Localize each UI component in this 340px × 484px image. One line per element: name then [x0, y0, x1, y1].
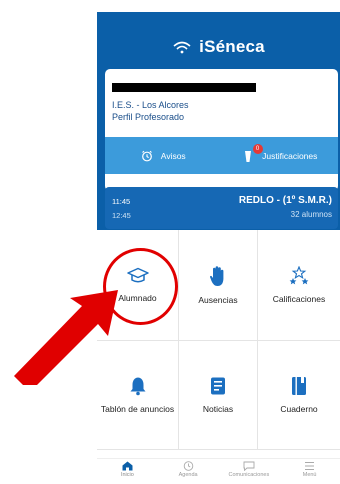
class-subject: REDLO - (1º S.M.R.) [238, 195, 332, 206]
class-end-time: 12:45 [112, 211, 131, 220]
nav-communications[interactable]: Comunicaciones [219, 459, 280, 484]
notebook-icon [292, 376, 306, 395]
grid-board-label: Tablón de anuncios [100, 403, 175, 414]
grid-absences-label: Ausencias [198, 294, 238, 305]
user-role: Perfil Profesorado [112, 112, 185, 122]
grid-notebook-label: Cuaderno [280, 403, 318, 414]
nav-home[interactable]: Inicio [97, 459, 158, 484]
grid-grades-label: Calificaciones [272, 293, 326, 304]
signal-icon [173, 41, 191, 54]
notices-label: Avisos [160, 150, 186, 161]
class-students-count: 32 alumnos [290, 210, 332, 219]
grid-news[interactable]: Noticias [179, 341, 258, 450]
grid-grades[interactable]: Calificaciones [258, 230, 340, 341]
profile-card[interactable]: Cristina Izquierdo Hidalgo I.E.S. - Los … [105, 69, 338, 191]
class-start-time: 11:45 [112, 197, 131, 206]
nav-communications-label: Comunicaciones [228, 472, 270, 478]
bell-icon [130, 377, 145, 395]
justifications-button[interactable]: 0 Justificaciones [222, 137, 339, 174]
hand-icon [210, 265, 224, 286]
school-name: I.E.S. - Los Alcores [112, 100, 189, 110]
clock-icon [141, 150, 152, 161]
profile-actions: Avisos 0 Justificaciones [105, 137, 338, 174]
nav-menu[interactable]: Menú [279, 459, 340, 484]
grid-news-label: Noticias [202, 403, 234, 414]
bottom-nav: Inicio Agenda Comunicaciones Menú [97, 458, 340, 484]
menu-icon [305, 462, 315, 470]
red-arrow-icon [14, 290, 118, 385]
user-name: Cristina Izquierdo Hidalgo [112, 83, 256, 92]
justifications-badge: 0 [252, 144, 263, 154]
nav-home-label: Inicio [120, 472, 134, 478]
notices-button[interactable]: Avisos [105, 137, 222, 174]
app-title: iSéneca [199, 37, 265, 56]
grid-absences[interactable]: Ausencias [179, 230, 258, 341]
stars-icon [289, 265, 309, 284]
nav-menu-label: Menú [302, 472, 317, 478]
chat-icon [243, 461, 255, 471]
home-icon [122, 461, 133, 471]
nav-agenda-label: Agenda [178, 472, 198, 478]
newspaper-icon [211, 377, 225, 394]
current-class-card[interactable]: 11:45 12:45 REDLO - (1º S.M.R.) 32 alumn… [105, 187, 338, 229]
header: iSéneca Cristina Izquierdo Hidalgo I.E.S… [97, 12, 340, 232]
app-logo: iSéneca [97, 34, 340, 60]
grid-notebook[interactable]: Cuaderno [258, 341, 340, 450]
nav-agenda[interactable]: Agenda [158, 459, 219, 484]
justifications-label: Justificaciones [262, 150, 318, 161]
clock-icon [183, 461, 193, 471]
